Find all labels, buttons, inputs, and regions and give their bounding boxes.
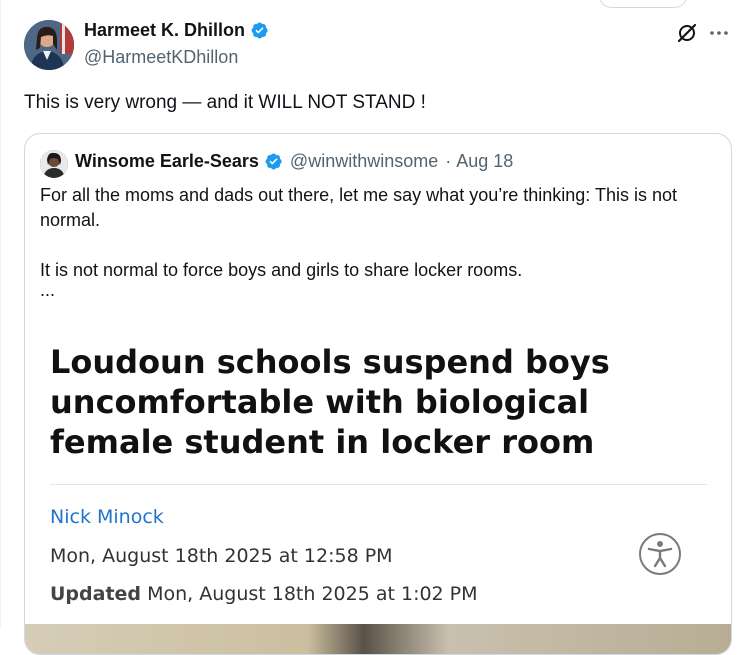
meta-separator: ·	[445, 151, 452, 171]
article-headline[interactable]: Loudoun schools suspend boys uncomfortab…	[50, 342, 690, 462]
article-updated-date: Updated Mon, August 18th 2025 at 1:02 PM	[50, 583, 478, 605]
article-author-link[interactable]: Nick Minock	[50, 506, 164, 528]
quoted-text-paragraph: For all the moms and dads out there, let…	[40, 185, 677, 230]
article-preview[interactable]: Loudoun schools suspend boys uncomfortab…	[25, 314, 731, 654]
article-published-date: Mon, August 18th 2025 at 12:58 PM	[50, 545, 393, 567]
author-handle[interactable]: @HarmeetKDhillon	[84, 47, 238, 68]
divider	[50, 484, 707, 485]
divider	[0, 0, 1, 629]
quoted-post[interactable]: Winsome Earle-Sears @winwithwinsome · Au…	[24, 133, 732, 655]
verified-badge-icon	[265, 153, 282, 170]
author-avatar[interactable]	[24, 20, 74, 70]
quoted-text-paragraph: It is not normal to force boys and girls…	[40, 260, 523, 280]
author-name-row[interactable]: Harmeet K. Dhillon	[84, 20, 269, 41]
quoted-author-name[interactable]: Winsome Earle-Sears	[75, 151, 259, 172]
post: Harmeet K. Dhillon @HarmeetKDhillon This…	[0, 0, 750, 655]
updated-label: Updated	[50, 583, 142, 605]
quoted-text: For all the moms and dads out there, let…	[40, 183, 715, 300]
post-text: This is very wrong — and it WILL NOT STA…	[24, 92, 426, 113]
grok-icon[interactable]	[676, 22, 698, 44]
author-name[interactable]: Harmeet K. Dhillon	[84, 20, 245, 41]
accessibility-icon[interactable]	[638, 532, 682, 576]
quoted-date[interactable]: Aug 18	[456, 151, 513, 172]
more-icon[interactable]	[708, 22, 730, 44]
quoted-header: Winsome Earle-Sears @winwithwinsome · Au…	[75, 151, 513, 172]
quoted-author-avatar[interactable]	[40, 150, 68, 178]
updated-value: Mon, August 18th 2025 at 1:02 PM	[147, 583, 478, 605]
verified-badge-icon	[251, 22, 268, 39]
quoted-handle[interactable]: @winwithwinsome	[290, 151, 438, 172]
ellipsis: ...	[40, 280, 56, 300]
